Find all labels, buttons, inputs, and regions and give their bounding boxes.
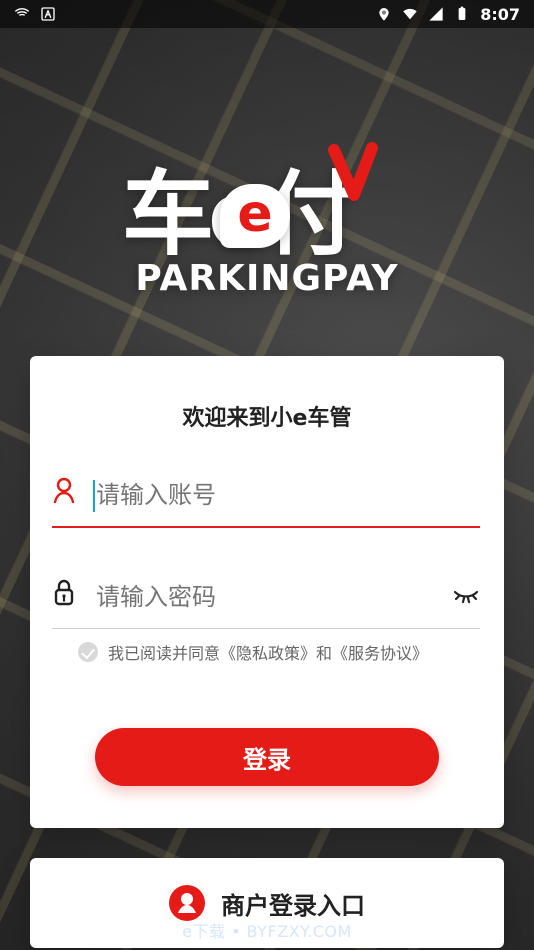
brand-logo: 车e付 e PARKINGPAY (0, 140, 534, 310)
eye-closed-icon[interactable] (452, 582, 480, 606)
password-input[interactable] (94, 564, 440, 630)
status-left (14, 6, 56, 22)
status-right: 8:07 (376, 5, 520, 24)
status-bar: 8:07 (0, 0, 534, 28)
merchant-user-icon (169, 885, 205, 921)
account-field (52, 462, 480, 528)
wifi-calling-icon (14, 8, 30, 16)
notification-a-icon (41, 7, 55, 21)
brand-logo-e-badge: e (220, 184, 290, 248)
battery-icon (458, 6, 466, 20)
user-icon (53, 477, 75, 504)
lock-icon (54, 579, 74, 606)
wifi-icon (403, 8, 417, 20)
status-time: 8:07 (480, 4, 520, 24)
account-input[interactable] (94, 462, 440, 528)
agreement-text: 我已阅读并同意《隐私政策》和《服务协议》 (108, 644, 429, 663)
merchant-user-glyph-icon (178, 893, 196, 913)
agreement-row[interactable]: 我已阅读并同意《隐私政策》和《服务协议》 (78, 640, 428, 664)
brand-logo-e: e (237, 184, 273, 244)
brand-logo-red-tick-icon (328, 142, 378, 201)
login-button[interactable]: 登录 (95, 728, 439, 786)
password-field (52, 564, 480, 630)
merchant-login-label: 商户登录入口 (221, 891, 365, 920)
login-title: 欢迎来到小e车管 (182, 406, 352, 431)
signal-icon (429, 7, 443, 21)
merchant-login-entrance[interactable]: 商户登录入口 (30, 858, 504, 948)
login-card: 欢迎来到小e车管 我已阅读并同意《隐私政策》和《服务协议》 登录 (30, 356, 504, 828)
brand-logo-main: 车e付 e (122, 140, 412, 268)
location-icon (379, 8, 389, 21)
check-circle-icon[interactable] (78, 642, 98, 662)
